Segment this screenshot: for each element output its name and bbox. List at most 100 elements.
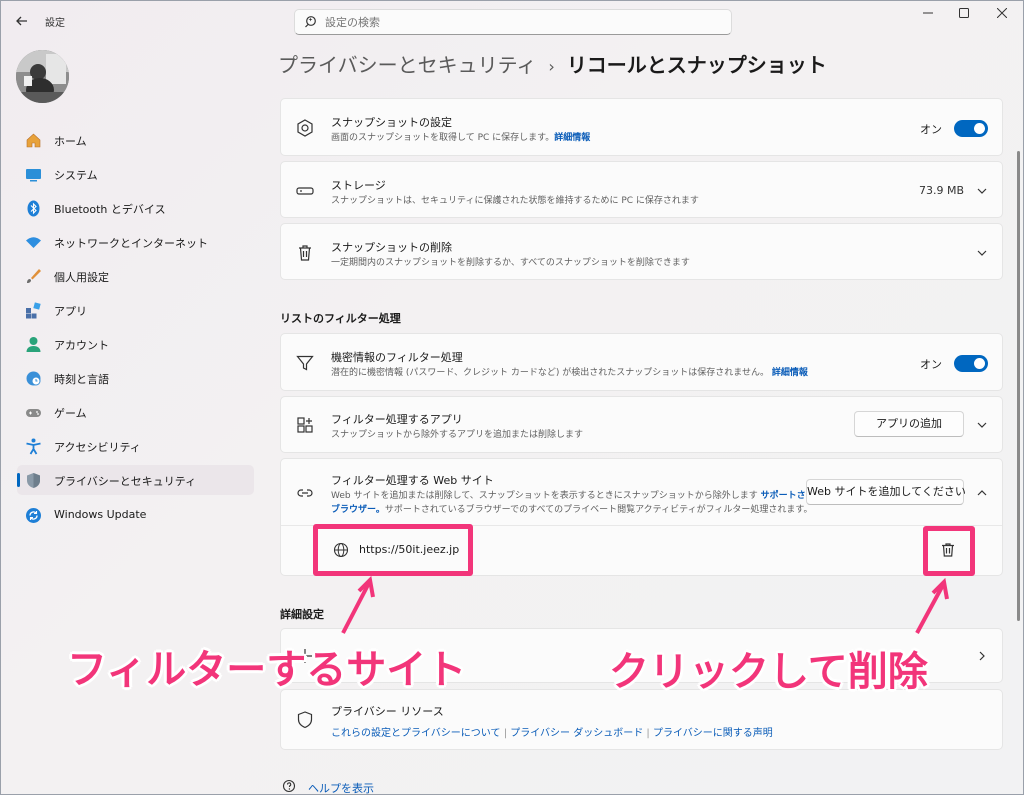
- sidebar-item-gaming[interactable]: ゲーム: [17, 397, 254, 427]
- sidebar-item-network[interactable]: ネットワークとインターネット: [17, 227, 254, 257]
- callout-filter-site: フィルターするサイト: [67, 647, 467, 693]
- card-storage[interactable]: ストレージ スナップショットは、セキュリティに保護された状態を維持するために P…: [280, 161, 1003, 218]
- link-separator: |: [646, 728, 650, 739]
- callout-click-delete: クリックして削除: [609, 649, 928, 695]
- privacy-link-about[interactable]: これらの設定とプライバシーについて: [331, 728, 501, 739]
- sidebar-item-label: Windows Update: [54, 508, 147, 521]
- account-icon: [26, 337, 41, 352]
- sidebar-item-label: Bluetooth とデバイス: [54, 203, 166, 216]
- help-label: ヘルプを表示: [308, 782, 374, 795]
- home-icon: [26, 133, 41, 148]
- maximize-button[interactable]: [949, 5, 979, 27]
- link-separator: |: [503, 728, 508, 739]
- card-title: スナップショットの削除: [331, 241, 452, 254]
- brush-icon: [27, 269, 41, 283]
- breadcrumb: プライバシーとセキュリティ › リコールとスナップショット: [278, 49, 827, 81]
- sidebar-item-label: プライバシーとセキュリティ: [54, 475, 197, 488]
- snapshot-icon: [297, 119, 313, 137]
- sidebar-item-accounts[interactable]: アカウント: [17, 329, 254, 359]
- card-description: 画面のスナップショットを取得して PC に保存します。詳細情報: [331, 133, 591, 143]
- search-input[interactable]: [325, 13, 725, 31]
- card-filter-apps[interactable]: フィルター処理するアプリ スナップショットから除外するアプリを追加または削除しま…: [280, 396, 1003, 453]
- arrowhead-site: [357, 575, 375, 598]
- sidebar-item-bluetooth[interactable]: Bluetooth とデバイス: [17, 193, 254, 223]
- card-description: 潜在的に機密情報 (パスワード、クレジット カードなど) が検出されたスナップシ…: [331, 368, 808, 378]
- search-box[interactable]: [294, 9, 732, 35]
- chevron-down-icon[interactable]: [974, 245, 990, 261]
- arrow-to-delete: [915, 584, 945, 634]
- sidebar-item-label: システム: [54, 169, 98, 182]
- card-title: フィルター処理するアプリ: [331, 413, 463, 426]
- chevron-right-icon[interactable]: [974, 648, 990, 664]
- snapshot-toggle[interactable]: [954, 120, 988, 137]
- chevron-down-icon[interactable]: [974, 417, 990, 433]
- sidebar-item-personalization[interactable]: 個人用設定: [17, 261, 254, 291]
- sidebar-item-home[interactable]: ホーム: [17, 125, 254, 155]
- storage-icon: [296, 187, 314, 195]
- card-title: フィルター処理する Web サイト: [331, 474, 494, 487]
- toggle-state-label: オン: [920, 123, 942, 136]
- privacy-links: これらの設定とプライバシーについて | プライバシー ダッシュボード | プライ…: [331, 724, 773, 739]
- shield-icon: [27, 473, 40, 488]
- card-title: ストレージ: [331, 179, 386, 192]
- sidebar-item-label: 個人用設定: [54, 271, 109, 284]
- sidebar-item-time-language[interactable]: 時刻と言語: [17, 363, 254, 393]
- breadcrumb-parent[interactable]: プライバシーとセキュリティ: [278, 53, 536, 77]
- sidebar-item-label: アカウント: [54, 339, 109, 352]
- storage-value: 73.9 MB: [918, 184, 964, 197]
- chevron-up-icon[interactable]: [974, 485, 990, 501]
- trash-icon: [299, 245, 311, 261]
- apps-icon: [26, 302, 41, 319]
- globe-clock-icon: [26, 371, 41, 386]
- avatar[interactable]: [16, 50, 69, 103]
- add-app-button[interactable]: アプリの追加: [854, 411, 964, 437]
- highlight-delete-button: [923, 526, 975, 576]
- app-title: 設定: [45, 18, 65, 29]
- sensitive-filter-toggle[interactable]: [954, 355, 988, 372]
- section-title-advanced: 詳細設定: [280, 608, 324, 621]
- filter-icon: [296, 355, 314, 371]
- card-title: プライバシー リソース: [331, 705, 444, 718]
- arrow-to-site: [341, 582, 371, 634]
- card-description: スナップショットは、セキュリティに保護された状態を維持するために PC に保存さ…: [331, 196, 699, 206]
- card-sensitive-filter: 機密情報のフィルター処理 潜在的に機密情報 (パスワード、クレジット カードなど…: [280, 333, 1003, 391]
- minimize-icon: [923, 12, 933, 14]
- wifi-icon: [26, 237, 41, 248]
- sidebar-item-label: 時刻と言語: [54, 373, 109, 386]
- card-description: 一定期間内のスナップショットを削除するか、すべてのスナップショットを削除できます: [331, 258, 690, 268]
- breadcrumb-separator: ›: [548, 57, 555, 76]
- sidebar-item-privacy-security[interactable]: プライバシーとセキュリティ: [17, 465, 254, 495]
- close-icon: [996, 7, 1008, 19]
- sidebar-item-label: アクセシビリティ: [54, 441, 141, 454]
- maximize-icon: [959, 8, 969, 18]
- supported-browsers-link-cont[interactable]: ブラウザー。: [331, 505, 385, 515]
- sidebar-item-accessibility[interactable]: アクセシビリティ: [17, 431, 254, 461]
- minimize-button[interactable]: [913, 5, 943, 27]
- learn-more-link[interactable]: 詳細情報: [554, 133, 590, 143]
- gamepad-icon: [26, 409, 41, 417]
- card-privacy-resources: プライバシー リソース これらの設定とプライバシーについて | プライバシー ダ…: [280, 689, 1003, 750]
- add-website-button[interactable]: Web サイトを追加してください: [806, 479, 966, 505]
- link-icon: [297, 489, 313, 497]
- card-title: スナップショットの設定: [331, 116, 452, 129]
- help-icon: [282, 779, 296, 793]
- scrollbar[interactable]: [1017, 151, 1020, 621]
- sidebar-item-apps[interactable]: アプリ: [17, 295, 254, 325]
- privacy-link-statement[interactable]: プライバシーに関する声明: [653, 728, 773, 739]
- title-bar: 設定: [1, 1, 1023, 41]
- sidebar-item-windows-update[interactable]: Windows Update: [17, 500, 254, 530]
- sidebar-item-label: ネットワークとインターネット: [54, 237, 208, 250]
- accessibility-icon: [26, 438, 41, 455]
- apps-grid-icon: [297, 417, 313, 433]
- sidebar-item-label: ホーム: [54, 135, 87, 148]
- back-button[interactable]: [11, 11, 33, 31]
- update-icon: [26, 508, 41, 523]
- card-delete-snapshots[interactable]: スナップショットの削除 一定期間内のスナップショットを削除するか、すべてのスナッ…: [280, 223, 1003, 280]
- page-title: リコールとスナップショット: [566, 53, 827, 77]
- chevron-down-icon[interactable]: [974, 183, 990, 199]
- privacy-link-dashboard[interactable]: プライバシー ダッシュボード: [510, 728, 643, 739]
- close-button[interactable]: [987, 5, 1017, 27]
- sidebar-item-system[interactable]: システム: [17, 159, 254, 189]
- toggle-state-label: オン: [920, 358, 942, 371]
- learn-more-link[interactable]: 詳細情報: [772, 368, 808, 378]
